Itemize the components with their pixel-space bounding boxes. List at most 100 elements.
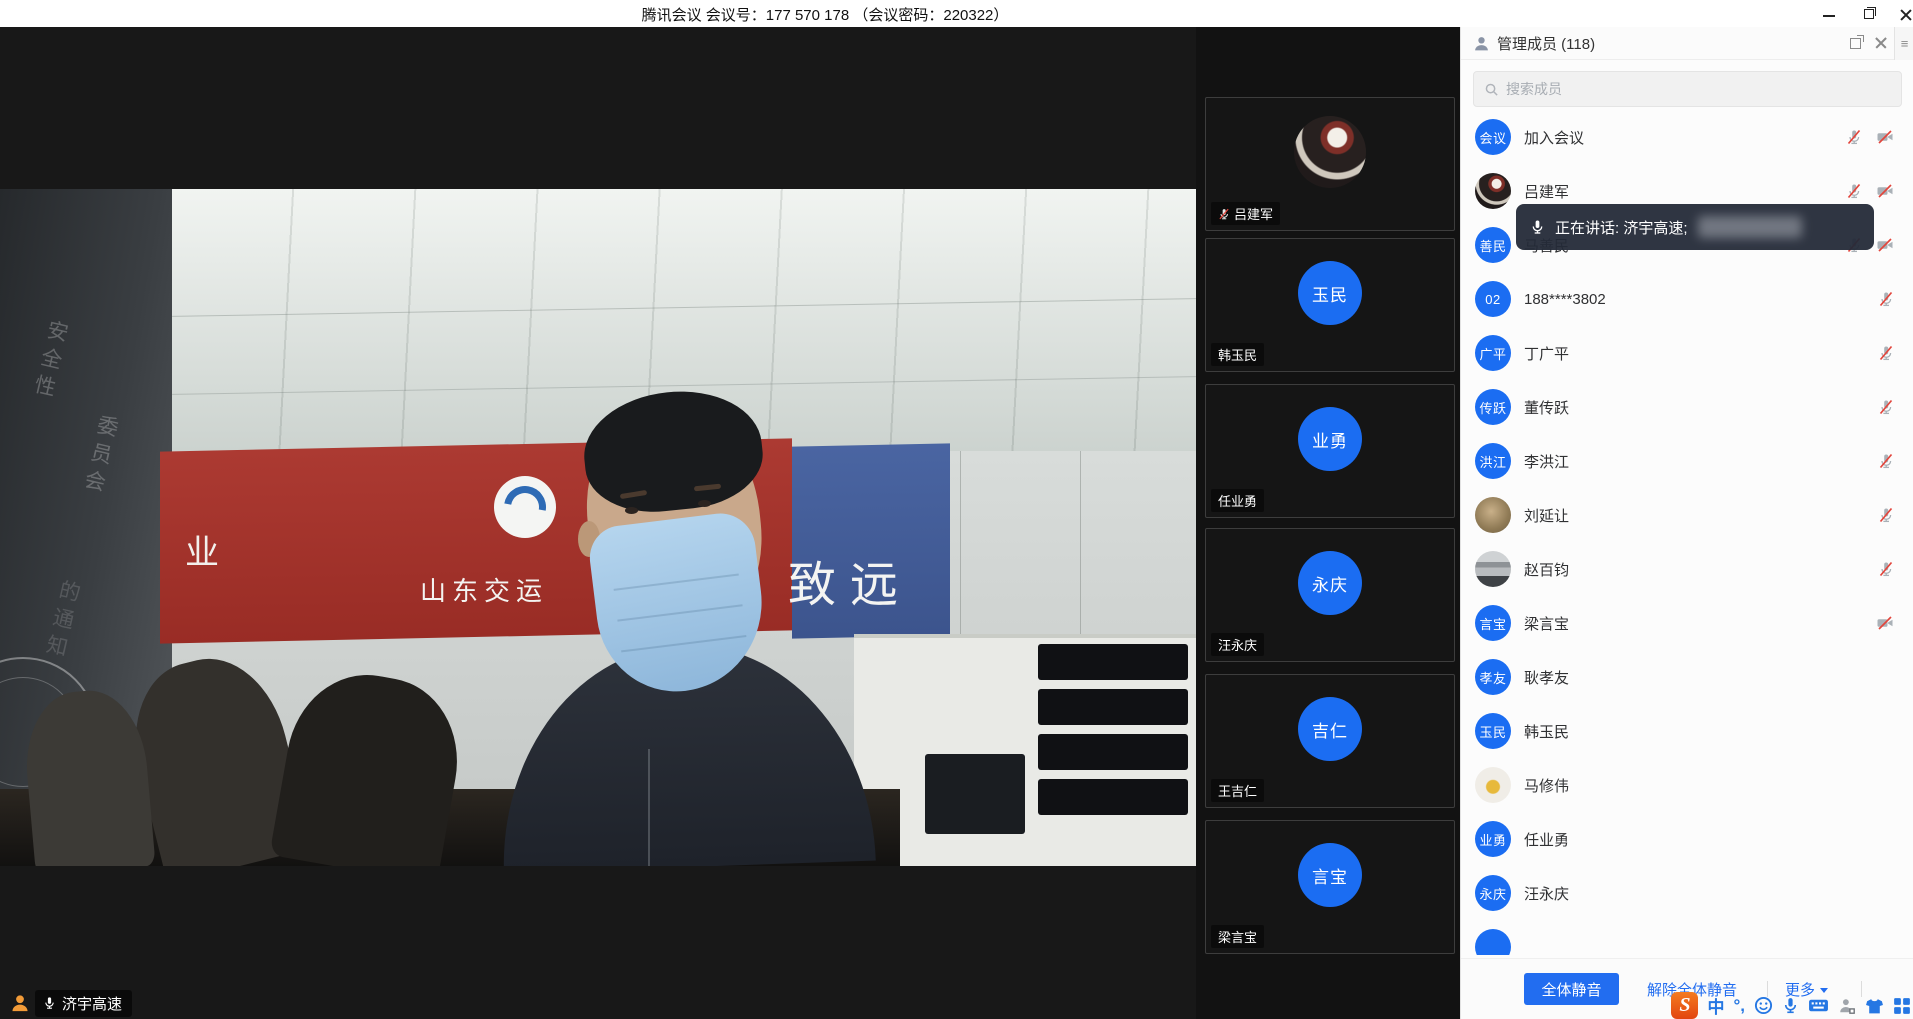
video-thumbnail-韩玉民[interactable]: 玉民韩玉民 [1205, 238, 1455, 372]
banner-text-left: 业 [185, 525, 219, 574]
member-row[interactable]: 马修伟 [1461, 758, 1913, 812]
whiteboard-text: 的通知 [37, 577, 85, 666]
mic-off-icon[interactable] [1878, 345, 1894, 361]
mic-off-icon[interactable] [1878, 291, 1894, 307]
mic-off-icon[interactable] [1846, 129, 1862, 145]
member-name: 任业勇 [1524, 829, 1894, 850]
keyboard-icon[interactable] [1808, 997, 1829, 1014]
minimize-button[interactable] [1816, 6, 1842, 22]
avatar: 业勇 [1298, 407, 1362, 471]
member-name: 董传跃 [1524, 397, 1878, 418]
camera-off-icon[interactable] [1876, 237, 1894, 253]
mic-off-icon[interactable] [1878, 453, 1894, 469]
member-name: 汪永庆 [1524, 883, 1894, 904]
avatar [1475, 173, 1511, 209]
member-row[interactable] [1461, 920, 1913, 955]
member-name: 丁广平 [1524, 343, 1878, 364]
avatar: 玉民 [1475, 713, 1511, 749]
hamburger-icon[interactable]: ≡ [1894, 27, 1913, 60]
avatar [1475, 767, 1511, 803]
mic-icon [43, 996, 56, 1010]
avatar [1475, 929, 1511, 955]
member-name: 韩玉民 [1524, 721, 1894, 742]
banner-text-right: 致远 [788, 545, 912, 615]
member-management-panel: 管理成员 (118) ≡ 会议加入会议吕建军善民马善民02188****3802… [1460, 27, 1913, 1019]
close-window-button[interactable] [1892, 6, 1913, 22]
member-row[interactable]: 言宝梁言宝 [1461, 596, 1913, 650]
avatar: 永庆 [1475, 875, 1511, 911]
member-row[interactable]: 业勇任业勇 [1461, 812, 1913, 866]
punctuation-icon[interactable]: °, [1733, 996, 1745, 1016]
video-thumbnail-汪永庆[interactable]: 永庆汪永庆 [1205, 528, 1455, 662]
video-thumbnail-吕建军[interactable]: 吕建军 [1205, 97, 1455, 231]
avatar [1475, 497, 1511, 533]
avatar: 孝友 [1475, 659, 1511, 695]
skin-icon[interactable] [1865, 997, 1884, 1015]
main-video-region[interactable]: 安全性 委员会 的通知 业 致远 山东交运 [0, 27, 1196, 1019]
voice-input-icon[interactable] [1782, 996, 1799, 1015]
member-name: 188****3802 [1524, 291, 1878, 308]
member-row[interactable]: 孝友耿孝友 [1461, 650, 1913, 704]
more-grid-icon[interactable] [1893, 997, 1911, 1015]
camera-off-icon[interactable] [1876, 129, 1894, 145]
members-icon [1473, 35, 1490, 52]
chinese-mode-icon[interactable]: 中 [1707, 993, 1724, 1018]
member-row[interactable]: 02 188****3802 [1461, 272, 1913, 326]
active-speaker-label: 济宇高速 [10, 990, 132, 1016]
avatar: 永庆 [1298, 551, 1362, 615]
member-row[interactable]: 永庆汪永庆 [1461, 866, 1913, 920]
member-name: 梁言宝 [1524, 613, 1876, 634]
mic-off-icon[interactable] [1846, 183, 1862, 199]
member-row[interactable]: 玉民韩玉民 [1461, 704, 1913, 758]
avatar: 言宝 [1475, 605, 1511, 641]
emoji-icon[interactable] [1754, 996, 1773, 1015]
camera-off-icon[interactable] [1876, 615, 1894, 631]
restore-button[interactable] [1856, 6, 1882, 22]
mic-off-icon[interactable] [1878, 507, 1894, 523]
popout-icon[interactable] [1842, 32, 1868, 54]
avatar: 业勇 [1475, 821, 1511, 857]
meeting-window: 腾讯会议 会议号：177 570 178 （会议密码：220322） 安全性 委… [0, 0, 1913, 1019]
avatar: 会议 [1475, 119, 1511, 155]
video-thumbnail-任业勇[interactable]: 业勇任业勇 [1205, 384, 1455, 518]
banner-logo-text: 山东交运 [420, 571, 548, 608]
member-row[interactable]: 广平丁广平 [1461, 326, 1913, 380]
mute-all-button[interactable]: 全体静音 [1524, 973, 1619, 1005]
thumbnail-name-label: 韩玉民 [1211, 343, 1264, 366]
member-name: 加入会议 [1524, 127, 1846, 148]
video-thumbnail-王吉仁[interactable]: 吉仁王吉仁 [1205, 674, 1455, 808]
toast-text: 正在讲话: 济宇高速; [1555, 217, 1688, 238]
avatar [1294, 116, 1366, 188]
member-row[interactable]: 会议加入会议 [1461, 110, 1913, 164]
member-row[interactable]: 刘延让 [1461, 488, 1913, 542]
avatar: 言宝 [1298, 843, 1362, 907]
avatar: 吉仁 [1298, 697, 1362, 761]
camera-off-icon[interactable] [1876, 183, 1894, 199]
toolbox-icon[interactable] [1838, 997, 1856, 1015]
shandong-jiaoyun-logo [494, 476, 556, 538]
member-row[interactable]: 洪江李洪江 [1461, 434, 1913, 488]
member-name: 耿孝友 [1524, 667, 1894, 688]
video-thumbnail-梁言宝[interactable]: 言宝梁言宝 [1205, 820, 1455, 954]
title-bar: 腾讯会议 会议号：177 570 178 （会议密码：220322） [0, 0, 1913, 27]
panel-header: 管理成员 (118) ≡ [1461, 27, 1913, 60]
sogou-logo[interactable]: S [1671, 992, 1698, 1019]
search-input[interactable] [1506, 81, 1891, 97]
mic-off-icon[interactable] [1878, 399, 1894, 415]
mic-off-icon[interactable] [1878, 561, 1894, 577]
speaker-name: 济宇高速 [62, 993, 122, 1014]
member-search[interactable] [1473, 71, 1902, 107]
member-row[interactable]: 传跃董传跃 [1461, 380, 1913, 434]
speaking-toast: 正在讲话: 济宇高速; [1516, 204, 1874, 250]
member-name: 刘延让 [1524, 505, 1878, 526]
participant-thumbnail-strip: 吕建军玉民韩玉民业勇任业勇永庆汪永庆吉仁王吉仁言宝梁言宝 [1196, 27, 1460, 1019]
avatar: 广平 [1475, 335, 1511, 371]
member-name: 吕建军 [1524, 181, 1846, 202]
ime-toolbar: S中 °, [1671, 992, 1911, 1019]
avatar: 02 [1475, 281, 1511, 317]
thumbnail-name-label: 任业勇 [1211, 489, 1264, 512]
member-name: 李洪江 [1524, 451, 1878, 472]
avatar: 传跃 [1475, 389, 1511, 425]
member-row[interactable]: 赵百钧 [1461, 542, 1913, 596]
close-panel-icon[interactable] [1868, 32, 1894, 54]
